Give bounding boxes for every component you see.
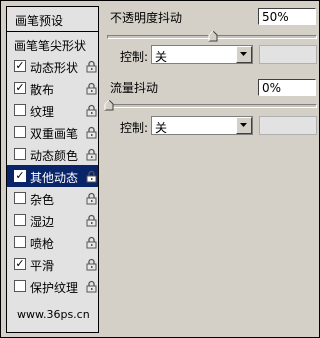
lock-icon[interactable] [86, 280, 97, 293]
lock-icon[interactable] [86, 148, 97, 161]
chevron-down-icon[interactable] [236, 117, 252, 134]
watermark-text: www.36ps.cn [17, 308, 90, 321]
list-item-label: 保护纹理 [30, 281, 79, 295]
list-item-label: 双重画笔 [30, 127, 79, 141]
list-item[interactable]: 纹理 [7, 99, 98, 121]
list-item-label: 动态形状 [30, 61, 79, 75]
checkbox[interactable]: ✓ [14, 170, 26, 182]
opacity-control-select[interactable]: 关 [151, 45, 253, 64]
list-item[interactable]: 保护纹理 [7, 275, 98, 297]
flow-jitter-slider-thumb[interactable] [104, 100, 114, 111]
brush-presets-label: 画笔预设 [15, 14, 64, 28]
checkbox[interactable]: ✓ [14, 60, 26, 72]
list-item[interactable]: ✓ 散布 [7, 77, 98, 99]
flow-control-select[interactable]: 关 [151, 116, 253, 135]
checkbox[interactable] [14, 104, 26, 116]
brush-tip-shape-label: 画笔笔尖形状 [14, 39, 87, 53]
brush-settings-list: 画笔预设 画笔笔尖形状 ✓ 动态形状 ✓ 散布纹理双重画笔动态颜色 ✓ 其他动态杂色湿边喷… [6, 6, 99, 333]
list-item[interactable]: 双重画笔 [7, 121, 98, 143]
list-item[interactable]: 喷枪 [7, 231, 98, 253]
lock-icon[interactable] [86, 170, 97, 183]
lock-icon[interactable] [86, 192, 97, 205]
flow-jitter-value: 0% [262, 81, 282, 95]
opacity-control-label: 控制: [120, 50, 149, 64]
list-item-label: 平滑 [30, 259, 55, 273]
opacity-control-fade-input [259, 45, 317, 64]
lock-icon[interactable] [86, 60, 97, 73]
opacity-jitter-slider-thumb[interactable] [208, 31, 218, 42]
list-item-label: 其他动态 [30, 171, 79, 185]
lock-icon[interactable] [86, 258, 97, 271]
list-item[interactable]: 湿边 [7, 209, 98, 231]
list-item[interactable]: ✓ 其他动态 [7, 165, 98, 187]
brush-panel: 画笔预设 画笔笔尖形状 ✓ 动态形状 ✓ 散布纹理双重画笔动态颜色 ✓ 其他动态杂色湿边喷… [0, 0, 320, 338]
flow-control-label: 控制: [120, 121, 149, 135]
opacity-control-value: 关 [155, 50, 168, 64]
checkbox[interactable] [14, 192, 26, 204]
lock-icon[interactable] [86, 214, 97, 227]
checkbox[interactable] [14, 148, 26, 160]
opacity-jitter-value: 50% [262, 10, 289, 24]
checkbox[interactable] [14, 236, 26, 248]
checkbox[interactable] [14, 280, 26, 292]
list-item-label: 湿边 [30, 215, 55, 229]
list-item-label: 动态颜色 [30, 149, 79, 163]
checkbox[interactable] [14, 126, 26, 138]
flow-jitter-label: 流量抖动 [110, 81, 159, 95]
lock-icon[interactable] [86, 236, 97, 249]
checkbox[interactable]: ✓ [14, 258, 26, 270]
lock-icon[interactable] [86, 126, 97, 139]
opacity-jitter-input[interactable]: 50% [258, 8, 316, 25]
list-item[interactable]: ✓ 动态形状 [7, 55, 98, 77]
chevron-down-icon[interactable] [236, 46, 252, 63]
list-item-label: 杂色 [30, 193, 55, 207]
list-item-label: 喷枪 [30, 237, 55, 251]
opacity-jitter-label: 不透明度抖动 [110, 11, 183, 25]
brush-presets-item[interactable]: 画笔预设 [7, 7, 98, 31]
flow-jitter-slider-track[interactable] [107, 104, 317, 108]
flow-control-value: 关 [155, 121, 168, 135]
flow-control-fade-input [259, 116, 317, 135]
list-item[interactable]: 杂色 [7, 187, 98, 209]
checkbox[interactable] [14, 214, 26, 226]
list-item-label: 散布 [30, 83, 55, 97]
list-item[interactable]: ✓ 平滑 [7, 253, 98, 275]
brush-tip-shape-item[interactable]: 画笔笔尖形状 [7, 32, 98, 54]
flow-jitter-input[interactable]: 0% [258, 79, 316, 96]
list-item[interactable]: 动态颜色 [7, 143, 98, 165]
checkbox[interactable]: ✓ [14, 82, 26, 94]
list-item-label: 纹理 [30, 105, 55, 119]
lock-icon[interactable] [86, 82, 97, 95]
lock-icon[interactable] [86, 104, 97, 117]
